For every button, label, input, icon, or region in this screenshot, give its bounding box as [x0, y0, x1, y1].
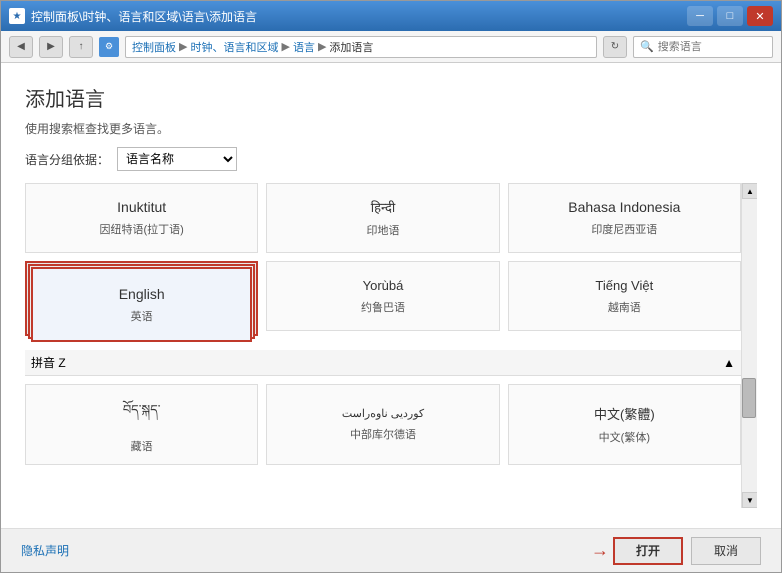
lang-zh-kurdish: 中部库尔德语	[350, 426, 416, 442]
lang-native-cht: 中文(繁體)	[594, 404, 655, 423]
privacy-link[interactable]: 隐私声明	[21, 542, 69, 559]
lang-native-yoruba: Yorùbá	[363, 278, 404, 293]
lang-item-yoruba[interactable]: Yorùbá 约鲁巴语	[266, 261, 499, 331]
section-header-pinyin-z: 拼音 Z ▲	[25, 350, 741, 376]
lang-item-vietnamese[interactable]: Tiếng Việt 越南语	[508, 261, 741, 331]
chevron-up-icon[interactable]: ▲	[723, 356, 735, 370]
address-bar: ◀ ▶ ↑ ⚙ 控制面板 ▶ 时钟、语言和区域 ▶ 语言 ▶ 添加语言 ↻ 🔍	[1, 31, 781, 63]
lang-zh-tibetan: 藏语	[131, 438, 153, 454]
lang-item-tibetan[interactable]: བོད་སྐད་ 藏语	[25, 384, 258, 465]
breadcrumb-addlang: 添加语言	[329, 39, 373, 55]
sep3: ▶	[318, 40, 326, 53]
search-bar: 🔍	[633, 36, 773, 58]
lang-item-inuktitut-latin[interactable]: Inuktitut 因纽特语(拉丁语)	[25, 183, 258, 253]
lang-name-english: English	[119, 286, 165, 302]
lang-item-chinese-traditional[interactable]: 中文(繁體) 中文(繁体)	[508, 384, 741, 465]
lang-native-text: हिन्दी	[371, 198, 396, 216]
up-button[interactable]: ↑	[69, 36, 93, 58]
footer: 隐私声明 → 打开 取消	[1, 528, 781, 572]
window-title: 控制面板\时钟、语言和区域\语言\添加语言	[31, 8, 257, 25]
sep2: ▶	[281, 40, 289, 53]
minimize-button[interactable]: ─	[687, 6, 713, 26]
cp-icon: ⚙	[99, 37, 119, 57]
lang-zh-cht: 中文(繁体)	[599, 429, 650, 445]
lang-native-tibetan: བོད་སྐད་	[123, 395, 161, 432]
title-bar-controls: ─ □ ✕	[687, 6, 773, 26]
lang-zh-yoruba: 约鲁巴语	[361, 299, 405, 315]
lang-grid-container: ▲ ▼ Inuktitut 因纽特语(拉丁语) हिन्दी 印地语	[25, 183, 757, 508]
title-bar: ★ 控制面板\时钟、语言和区域\语言\添加语言 ─ □ ✕	[1, 1, 781, 31]
back-button[interactable]: ◀	[9, 36, 33, 58]
lang-zh-vietnamese: 越南语	[608, 299, 641, 315]
scrollbar-track: ▲ ▼	[741, 183, 757, 508]
page-subtitle: 使用搜索框查找更多语言。	[25, 120, 757, 137]
scrollbar-thumb[interactable]	[742, 378, 756, 418]
lang-zh-english: 英语	[131, 308, 153, 324]
lang-item-hindi[interactable]: हिन्दी 印地语	[266, 183, 499, 253]
lang-native-text: Inuktitut	[117, 199, 166, 215]
section-label-pinyin-z: 拼音 Z	[31, 354, 66, 371]
title-bar-left: ★ 控制面板\时钟、语言和区域\语言\添加语言	[9, 8, 257, 25]
sort-label: 语言分组依据：	[25, 151, 109, 168]
breadcrumb: 控制面板 ▶ 时钟、语言和区域 ▶ 语言 ▶ 添加语言	[125, 36, 597, 58]
close-button[interactable]: ✕	[747, 6, 773, 26]
window-icon: ★	[9, 8, 25, 24]
search-input[interactable]	[658, 41, 758, 53]
page-title: 添加语言	[25, 83, 757, 112]
red-arrow-icon: →	[591, 540, 609, 561]
sep1: ▶	[179, 40, 187, 53]
maximize-button[interactable]: □	[717, 6, 743, 26]
footer-buttons: → 打开 取消	[591, 537, 761, 565]
sort-row: 语言分组依据： 语言名称 脚本 区域	[25, 147, 757, 171]
forward-button[interactable]: ▶	[39, 36, 63, 58]
breadcrumb-cp[interactable]: 控制面板	[132, 39, 176, 55]
scroll-down-button[interactable]: ▼	[742, 492, 757, 508]
search-icon: 🔍	[640, 40, 654, 53]
breadcrumb-lang[interactable]: 语言	[293, 39, 315, 55]
lang-row-bottom: བོད་སྐད་ 藏语 كوردیی ناوەراست 中部库尔德语 中文(繁體…	[25, 384, 741, 465]
lang-zh-text: 因纽特语(拉丁语)	[100, 221, 184, 237]
cancel-button[interactable]: 取消	[691, 537, 761, 565]
refresh-button[interactable]: ↻	[603, 36, 627, 58]
lang-native-text: Bahasa Indonesia	[568, 199, 680, 215]
lang-zh-text: 印度尼西亚语	[591, 221, 657, 237]
lang-item-english[interactable]: English 英语	[31, 267, 252, 342]
window: ★ 控制面板\时钟、语言和区域\语言\添加语言 ─ □ ✕ ◀ ▶ ↑ ⚙ 控制…	[0, 0, 782, 573]
lang-zh-text: 印地语	[366, 222, 399, 238]
lang-native-kurdish: كوردیی ناوەراست	[342, 407, 424, 420]
breadcrumb-clocks[interactable]: 时钟、语言和区域	[190, 39, 278, 55]
content-area: 添加语言 使用搜索框查找更多语言。 语言分组依据： 语言名称 脚本 区域 ▲ ▼	[1, 63, 781, 528]
sort-select[interactable]: 语言名称 脚本 区域	[117, 147, 237, 171]
lang-item-indonesian[interactable]: Bahasa Indonesia 印度尼西亚语	[508, 183, 741, 253]
lang-item-english-wrapper: English 英语	[25, 261, 258, 342]
open-button[interactable]: 打开	[613, 537, 683, 565]
scroll-up-button[interactable]: ▲	[742, 183, 757, 199]
open-button-container: → 打开	[591, 537, 683, 565]
lang-item-kurdish[interactable]: كوردیی ناوەراست 中部库尔德语	[266, 384, 499, 465]
lang-native-vietnamese: Tiếng Việt	[595, 278, 653, 293]
